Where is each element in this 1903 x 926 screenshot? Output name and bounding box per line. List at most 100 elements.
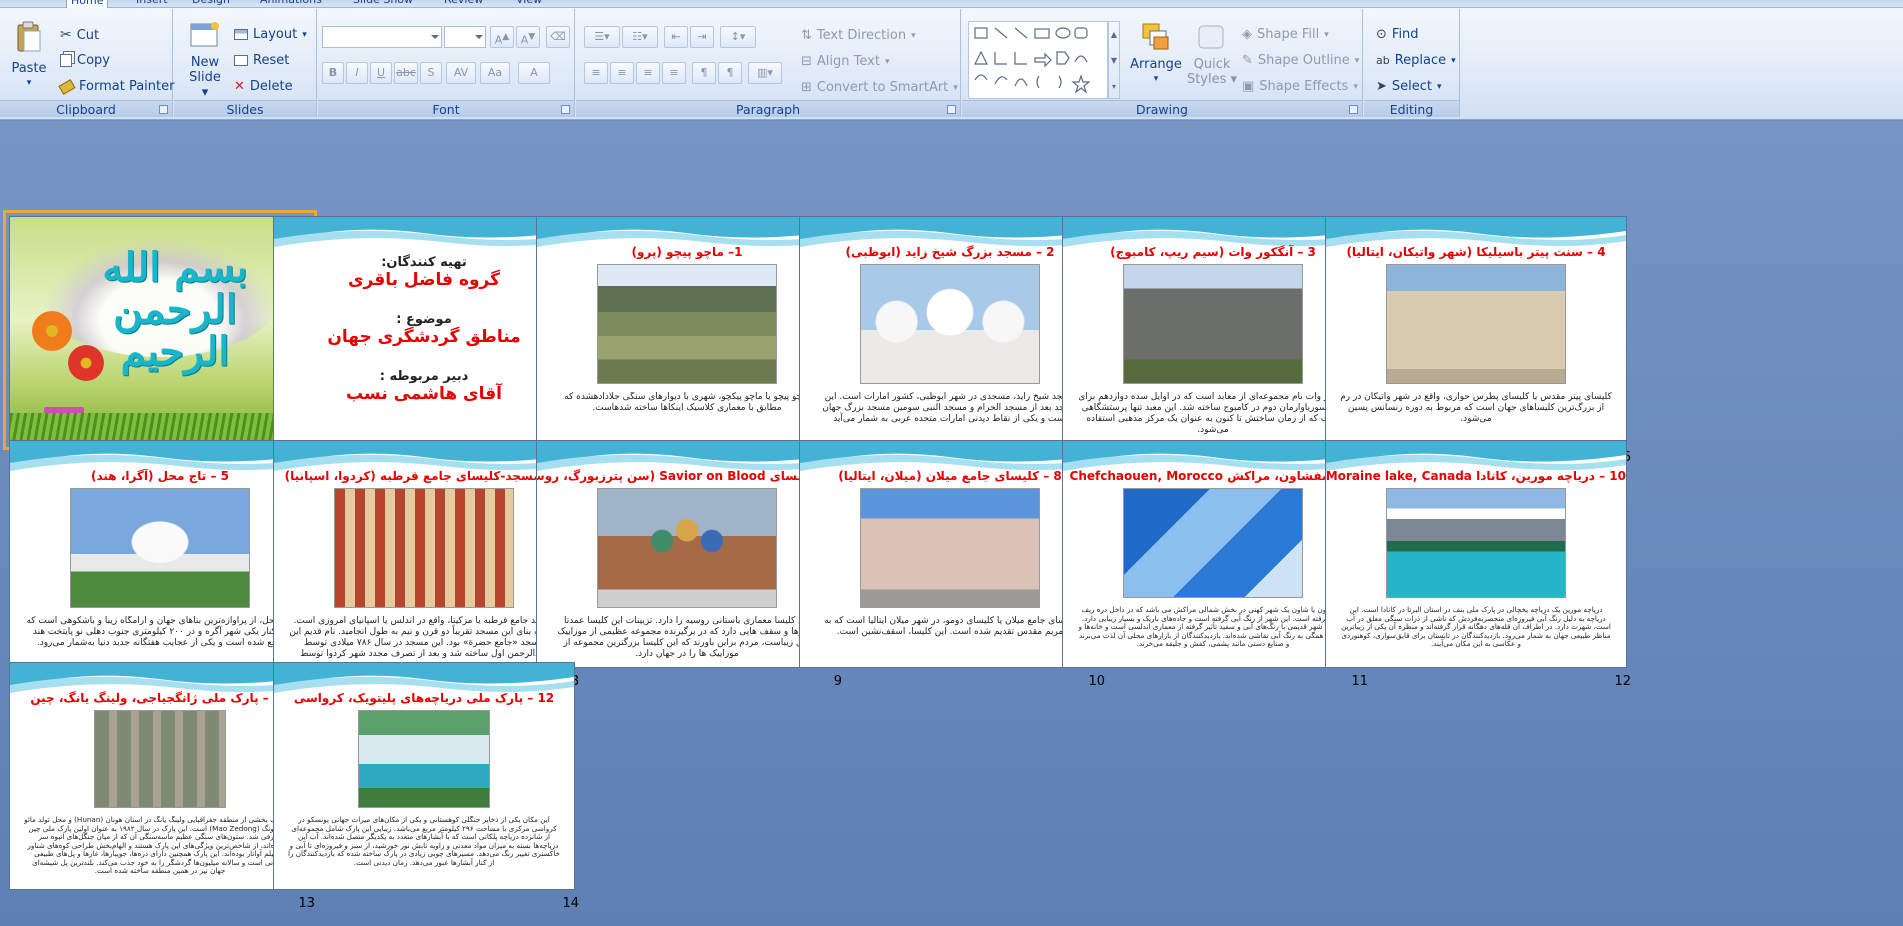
slide-thumbnail[interactable]: 10 – دریاچه مورین، کانادا Moraine lake, … (1325, 440, 1627, 668)
credit-label: تهیه کنندگان: (381, 255, 467, 270)
find-label: Find (1391, 27, 1419, 42)
credit-label: دبیر مربوطه : (379, 369, 469, 384)
align-text-button[interactable]: ⊟ Align Text ▾ (801, 54, 889, 69)
copy-button[interactable]: Copy (60, 53, 110, 68)
font-color-button[interactable]: A (518, 62, 550, 84)
clipboard-group: Paste ▾ ✂ Cut Copy Format Painter Clipbo… (0, 9, 174, 117)
align-center-icon[interactable]: ≡ (610, 62, 634, 84)
grass-decoration (10, 413, 310, 443)
slide-thumbnail[interactable]: تهیه کنندگان: گروه فاضل باقری موضوع : مناطق… (273, 216, 575, 444)
angkor-wat-photo (1123, 264, 1303, 384)
format-painter-button[interactable]: Format Painter (58, 78, 174, 95)
slide-number: 10 (1088, 674, 1105, 689)
paste-dropdown-icon[interactable]: ▾ (8, 76, 50, 91)
slide-thumbnail[interactable]: 8 – کلیسای جامع میلان (میلان، ایتالیا) کل… (799, 440, 1101, 668)
change-case-button[interactable]: Aa (480, 62, 510, 84)
text-direction-dropdown-icon: ▾ (911, 30, 916, 41)
tab-review[interactable]: Review (440, 0, 487, 8)
convert-smartart-button[interactable]: ⊞ Convert to SmartArt ▾ (801, 80, 958, 95)
chefchaouen-photo (1123, 488, 1303, 598)
shapes-gallery[interactable] (968, 21, 1108, 99)
slide-body-text: شفشاون یا شاون یک شهر کهنی در بخش شمالی … (1078, 606, 1348, 648)
slide-body-text: مسجد جامع قرطبه یا مزکیتا، واقع در اندلس… (289, 616, 558, 659)
drawing-dialog-launcher-icon[interactable] (1349, 105, 1358, 114)
italic-button[interactable]: I (346, 62, 368, 84)
shapes-gallery-scroll[interactable]: ▲ ▼ ▾ (1108, 21, 1120, 99)
slide-thumbnail[interactable]: 7 – کلیسای Savior on Blood (سن پترزبورگ،… (536, 440, 838, 668)
slide-thumbnail[interactable]: 4 – سنت پیتر باسیلیکا (شهر واتیکان، ایتا… (1325, 216, 1627, 444)
font-name-field[interactable] (322, 26, 442, 48)
align-text-label: Align Text (816, 54, 880, 69)
ltr-icon[interactable]: ¶ (692, 62, 716, 84)
columns-icon[interactable]: ▥▾ (748, 62, 782, 84)
line-spacing-icon[interactable]: ↕▾ (720, 26, 756, 48)
cursor-arrow-icon: ➤ (1376, 79, 1387, 94)
quick-styles-button[interactable]: Quick Styles ▾ (1184, 21, 1240, 87)
machu-picchu-photo (597, 264, 777, 384)
font-name-dropdown-icon[interactable] (431, 35, 439, 39)
reset-label: Reset (253, 53, 290, 68)
text-direction-button[interactable]: ⇅ Text Direction ▾ (801, 28, 916, 43)
shrink-font-icon[interactable]: A▼ (516, 26, 540, 48)
text-shadow-button[interactable]: S (420, 62, 442, 84)
slide-thumbnail[interactable]: 6 – مسجد-کلیسای جامع قرطبه (کردوا، اسپان… (273, 440, 575, 668)
character-spacing-button[interactable]: AV (446, 62, 476, 84)
numbering-icon[interactable]: ☷▾ (622, 26, 658, 48)
cut-button[interactable]: ✂ Cut (60, 27, 99, 43)
bullets-icon[interactable]: ☰▾ (584, 26, 620, 48)
shape-effects-label: Shape Effects (1259, 79, 1349, 94)
slide-thumbnail[interactable]: 3 – آنگکور وات (سیم ریپ، کامبوج) انگکور و… (1062, 216, 1364, 444)
rtl-icon[interactable]: ¶ (718, 62, 742, 84)
decrease-indent-icon[interactable]: ⇤ (664, 26, 688, 48)
slides-group: New Slide ▾ Layout ▾ Reset ✕ Delete Slid… (174, 9, 317, 117)
grow-font-icon[interactable]: A▲ (490, 26, 514, 48)
arrange-button[interactable]: Arrange ▾ (1128, 21, 1184, 87)
justify-icon[interactable]: ≡ (662, 62, 686, 84)
tab-view[interactable]: View (512, 0, 546, 8)
slide-thumbnail[interactable]: 2 – مسجد بزرگ شیخ زاید (ابوظبی) مسجد شیخ … (799, 216, 1101, 444)
find-button[interactable]: ⊙ Find (1376, 27, 1419, 42)
reset-button[interactable]: Reset (234, 53, 289, 68)
shape-effects-button[interactable]: ▣ Shape Effects ▾ (1242, 79, 1358, 94)
quick-styles-icon (1198, 25, 1224, 49)
shape-effects-dropdown-icon: ▾ (1353, 81, 1358, 92)
tab-animations[interactable]: Animations (256, 0, 326, 8)
slide-thumbnail[interactable]: 9 – شفشاون، مراکش Chefchaouen, Morocco شف… (1062, 440, 1364, 668)
font-size-field[interactable] (444, 26, 486, 48)
replace-label: Replace (1394, 53, 1447, 68)
slide-title: 8 – کلیسای جامع میلان (میلان، ایتالیا) (838, 469, 1062, 483)
slide-title: 2 – مسجد بزرگ شیخ زاید (ابوظبی) (845, 245, 1055, 259)
paragraph-dialog-launcher-icon[interactable] (947, 105, 956, 114)
slide-thumbnail[interactable]: 1– ماچو پیچو (پرو) ماچو پیچو یا ماچو پیکچ… (536, 216, 838, 444)
tab-insert[interactable]: Insert (132, 0, 172, 8)
delete-button[interactable]: ✕ Delete (234, 79, 293, 94)
underline-button[interactable]: U (370, 62, 392, 84)
shape-fill-button[interactable]: ◈ Shape Fill ▾ (1242, 27, 1329, 42)
bold-button[interactable]: B (322, 62, 344, 84)
align-right-icon[interactable]: ≡ (636, 62, 660, 84)
tab-design[interactable]: Design (188, 0, 234, 8)
slide-thumbnail[interactable]: 11 – پارک ملی ژانگجیاجی، ولینگ یانگ، چین… (9, 662, 311, 890)
slide-thumbnail[interactable]: 12 – پارک ملی دریاچه‌های پلیتویک، کرواسی… (273, 662, 575, 890)
align-left-icon[interactable]: ≡ (584, 62, 608, 84)
shape-outline-button[interactable]: ✎ Shape Outline ▾ (1242, 53, 1359, 68)
quick-styles-label-line1: Quick (1193, 57, 1231, 72)
increase-indent-icon[interactable]: ⇥ (690, 26, 714, 48)
tab-slide-show[interactable]: Slide Show (349, 0, 417, 8)
paste-button[interactable]: Paste ▾ (8, 21, 50, 91)
slide-thumbnail[interactable]: بسم الله الرحمن الرحیم (3, 210, 317, 450)
strikethrough-button[interactable]: abc (394, 62, 418, 84)
slide-title: 11 – پارک ملی ژانگجیاجی، ولینگ یانگ، چین (30, 691, 289, 705)
replace-button[interactable]: ab Replace ▾ (1376, 53, 1456, 68)
select-button[interactable]: ➤ Select ▾ (1376, 79, 1442, 94)
slide-thumbnail[interactable]: 5 – تاج محل (آگرا، هند) تاج محل، از پرآوا… (9, 440, 311, 668)
font-size-dropdown-icon[interactable] (475, 35, 483, 39)
layout-button[interactable]: Layout ▾ (234, 27, 307, 42)
tab-home[interactable]: Home (66, 0, 109, 8)
clear-formatting-icon[interactable]: ⌫ (546, 26, 570, 48)
new-slide-button[interactable]: New Slide ▾ (184, 21, 226, 100)
slide-title: 3 – آنگکور وات (سیم ریپ، کامبوج) (1110, 245, 1316, 259)
clipboard-dialog-launcher-icon[interactable] (159, 105, 168, 114)
clipboard-group-label: Clipboard (0, 100, 172, 117)
font-dialog-launcher-icon[interactable] (561, 105, 570, 114)
